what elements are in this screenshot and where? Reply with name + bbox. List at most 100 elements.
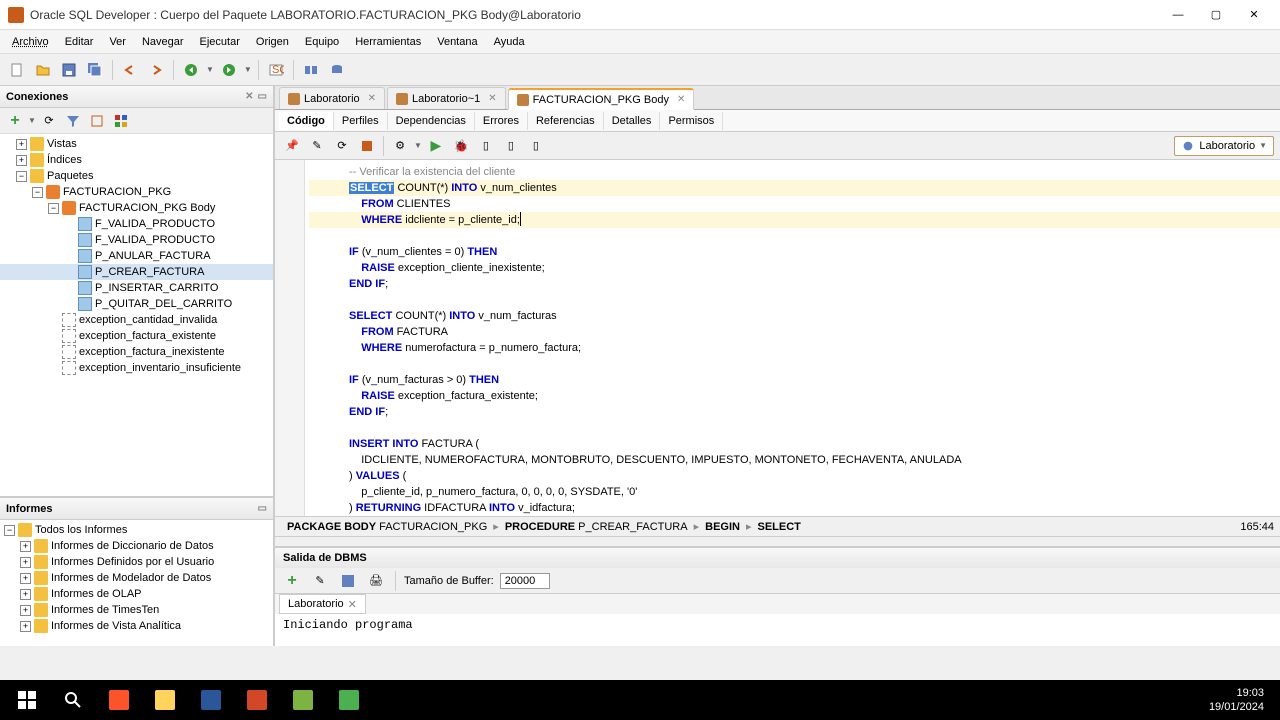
menu-equipo[interactable]: Equipo <box>297 33 347 51</box>
redo-icon[interactable] <box>145 59 167 81</box>
taskbar-app-brave[interactable] <box>96 680 142 720</box>
code-line[interactable]: IDCLIENTE, NUMEROFACTURA, MONTOBRUTO, DE… <box>309 452 1280 468</box>
tree-node[interactable]: +Informes de Modelador de Datos <box>0 570 273 586</box>
minimize-button[interactable]: — <box>1160 3 1196 27</box>
tree-toggle-icon[interactable]: + <box>20 621 31 632</box>
code-line[interactable] <box>309 228 1280 244</box>
tree-toggle-icon[interactable]: + <box>16 155 27 166</box>
color-icon[interactable] <box>110 110 132 132</box>
edit-icon[interactable]: ✎ <box>306 135 328 157</box>
code-line[interactable] <box>309 420 1280 436</box>
bookmark-next-icon[interactable]: ▯ <box>500 135 522 157</box>
taskbar-app-sqldeveloper[interactable] <box>326 680 372 720</box>
tree-toggle-icon[interactable]: + <box>20 557 31 568</box>
run-icon[interactable]: ▶ <box>425 135 447 157</box>
dbms-output-icon[interactable] <box>300 59 322 81</box>
menu-ventana[interactable]: Ventana <box>429 33 485 51</box>
code-line[interactable]: IF (v_num_facturas > 0) THEN <box>309 372 1280 388</box>
tree-node[interactable]: P_ANULAR_FACTURA <box>0 248 273 264</box>
breadcrumb-item[interactable]: SELECT <box>752 521 807 533</box>
informes-minimize-icon[interactable]: ▭ <box>258 503 267 514</box>
code-line[interactable] <box>309 292 1280 308</box>
connections-tree[interactable]: +Vistas+Índices−Paquetes−FACTURACION_PKG… <box>0 134 273 496</box>
sub-tab[interactable]: Perfiles <box>334 112 388 130</box>
menu-ver[interactable]: Ver <box>101 33 134 51</box>
code-line[interactable]: RAISE exception_cliente_inexistente; <box>309 260 1280 276</box>
debug-icon[interactable]: 🐞 <box>450 135 472 157</box>
bookmark-icon[interactable]: ▯ <box>475 135 497 157</box>
code-line[interactable]: WHERE numerofactura = p_numero_factura; <box>309 340 1280 356</box>
tree-toggle-icon[interactable]: + <box>20 541 31 552</box>
tree-node[interactable]: P_INSERTAR_CARRITO <box>0 280 273 296</box>
dbms-print-icon[interactable]: 🖨 <box>365 570 387 592</box>
code-line[interactable]: SELECT COUNT(*) INTO v_num_clientes <box>309 180 1280 196</box>
dba-icon[interactable] <box>326 59 348 81</box>
compile-icon[interactable] <box>356 135 378 157</box>
tree-toggle-icon[interactable]: + <box>20 605 31 616</box>
editor-tab[interactable]: Laboratorio~1✕ <box>387 87 506 109</box>
tree-toggle-icon[interactable]: − <box>4 525 15 536</box>
bookmark-prev-icon[interactable]: ▯ <box>525 135 547 157</box>
informes-tree[interactable]: −Todos los Informes+Informes de Dicciona… <box>0 520 273 646</box>
tree-toggle-icon[interactable]: − <box>32 187 43 198</box>
dbms-clear-icon[interactable]: ✎ <box>309 570 331 592</box>
dbms-save-icon[interactable] <box>337 570 359 592</box>
code-line[interactable]: p_cliente_id, p_numero_factura, 0, 0, 0,… <box>309 484 1280 500</box>
gear-icon[interactable]: ⚙ <box>389 135 411 157</box>
breadcrumb-item[interactable]: PROCEDURE P_CREAR_FACTURA <box>499 521 694 533</box>
open-icon[interactable] <box>32 59 54 81</box>
tree-node[interactable]: −FACTURACION_PKG <box>0 184 273 200</box>
tree-node[interactable]: +Índices <box>0 152 273 168</box>
code-line[interactable]: INSERT INTO FACTURA ( <box>309 436 1280 452</box>
tree-node[interactable]: +Informes de OLAP <box>0 586 273 602</box>
forward-icon[interactable] <box>218 59 240 81</box>
tree-toggle-icon[interactable]: − <box>16 171 27 182</box>
tree-node[interactable]: −FACTURACION_PKG Body <box>0 200 273 216</box>
tree-node[interactable]: P_QUITAR_DEL_CARRITO <box>0 296 273 312</box>
code-line[interactable]: ) RETURNING IDFACTURA INTO v_idfactura; <box>309 500 1280 516</box>
tns-icon[interactable] <box>86 110 108 132</box>
tree-node[interactable]: +Informes de TimesTen <box>0 602 273 618</box>
tree-node[interactable]: F_VALIDA_PRODUCTO <box>0 216 273 232</box>
sub-tab[interactable]: Errores <box>475 112 528 130</box>
code-line[interactable]: SELECT COUNT(*) INTO v_num_facturas <box>309 308 1280 324</box>
menu-archivo[interactable]: Archivo <box>4 33 57 51</box>
new-icon[interactable] <box>6 59 28 81</box>
back-icon[interactable] <box>180 59 202 81</box>
buffer-input[interactable] <box>500 573 550 589</box>
dbms-tab-laboratorio[interactable]: Laboratorio ✕ <box>279 594 366 614</box>
taskbar-app-powerpoint[interactable] <box>234 680 280 720</box>
code-editor[interactable]: -- Verificar la existencia del clienteSE… <box>275 160 1280 516</box>
sub-tab[interactable]: Detalles <box>604 112 661 130</box>
menu-navegar[interactable]: Navegar <box>134 33 192 51</box>
start-button[interactable] <box>4 680 50 720</box>
search-icon[interactable] <box>50 680 96 720</box>
breadcrumb-item[interactable]: BEGIN <box>699 521 746 533</box>
connections-minimize-icon[interactable]: ▭ <box>258 91 267 102</box>
tree-node[interactable]: −Paquetes <box>0 168 273 184</box>
tree-node[interactable]: exception_factura_inexistente <box>0 344 273 360</box>
connections-close-icon[interactable]: ✕ <box>245 91 253 102</box>
filter-icon[interactable] <box>62 110 84 132</box>
connection-selector[interactable]: Laboratorio ▼ <box>1174 136 1274 156</box>
tree-node[interactable]: +Informes de Vista Analítica <box>0 618 273 634</box>
taskbar-app-explorer[interactable] <box>142 680 188 720</box>
menu-ayuda[interactable]: Ayuda <box>486 33 533 51</box>
tab-close-icon[interactable]: ✕ <box>488 93 496 104</box>
tree-toggle-icon[interactable]: − <box>48 203 59 214</box>
menu-herramientas[interactable]: Herramientas <box>347 33 429 51</box>
dbms-enable-icon[interactable]: + <box>281 570 303 592</box>
tree-node[interactable]: +Vistas <box>0 136 273 152</box>
code-line[interactable]: WHERE idcliente = p_cliente_id; <box>309 212 1280 228</box>
sql-worksheet-icon[interactable]: SQL <box>265 59 287 81</box>
code-line[interactable]: END IF; <box>309 276 1280 292</box>
code-line[interactable]: -- Verificar la existencia del cliente <box>309 164 1280 180</box>
code-line[interactable]: ) VALUES ( <box>309 468 1280 484</box>
menu-origen[interactable]: Origen <box>248 33 297 51</box>
tree-node[interactable]: P_CREAR_FACTURA <box>0 264 273 280</box>
tree-node[interactable]: −Todos los Informes <box>0 522 273 538</box>
sub-tab[interactable]: Dependencias <box>388 112 475 130</box>
tree-toggle-icon[interactable]: + <box>16 139 27 150</box>
code-line[interactable]: FROM CLIENTES <box>309 196 1280 212</box>
code-line[interactable]: END IF; <box>309 404 1280 420</box>
